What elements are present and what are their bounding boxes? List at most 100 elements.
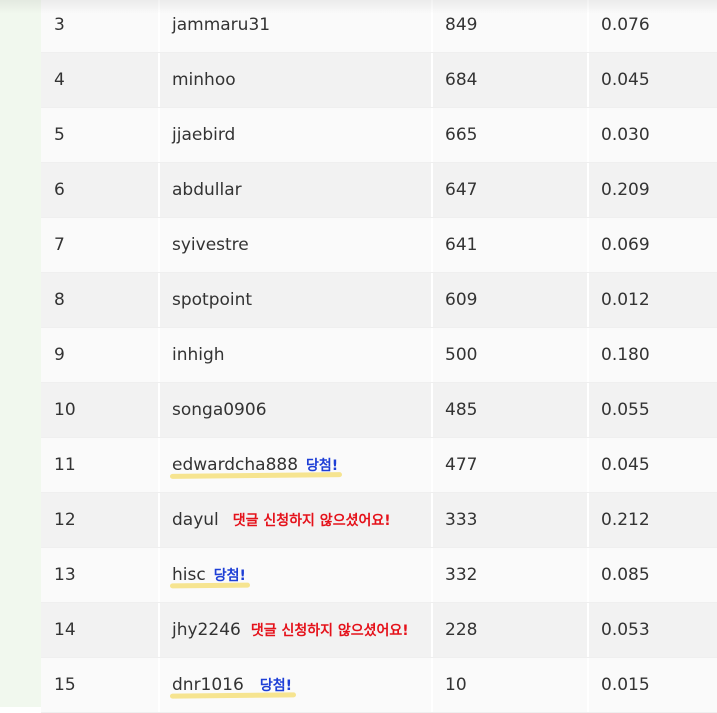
left-sidebar-strip	[0, 0, 41, 707]
count-cell: 849	[445, 15, 478, 35]
username: dnr1016	[172, 675, 244, 695]
column-divider	[158, 163, 160, 217]
username-cell: edwardcha888 당첨!	[169, 438, 343, 493]
username: syivestre	[172, 235, 249, 255]
column-divider	[587, 108, 589, 162]
username: jjaebird	[172, 125, 236, 145]
column-divider	[587, 438, 589, 492]
column-divider	[158, 383, 160, 437]
table-row: 15 dnr1016 당첨! 10 0.015	[41, 658, 717, 713]
table-row: 5 jjaebird 665 0.030	[41, 108, 717, 163]
count-cell: 228	[445, 620, 478, 640]
username-cell: hisc 당첨!	[169, 548, 250, 603]
username-highlighted: dnr1016 당첨!	[169, 658, 297, 713]
ratio-cell: 0.045	[601, 70, 650, 90]
column-divider	[158, 548, 160, 602]
column-divider	[431, 218, 433, 272]
count-cell: 500	[445, 345, 478, 365]
username: inhigh	[172, 345, 225, 365]
username-cell: dnr1016 당첨!	[169, 658, 297, 713]
winner-badge: 당첨!	[259, 678, 292, 694]
count-cell: 485	[445, 400, 478, 420]
username-cell: minhoo	[172, 53, 236, 107]
username-cell: jammaru31	[172, 0, 270, 52]
table-row: 9 inhigh 500 0.180	[41, 328, 717, 383]
column-divider	[431, 493, 433, 547]
column-divider	[158, 658, 160, 712]
ratio-cell: 0.030	[601, 125, 650, 145]
rank-cell: 10	[54, 400, 76, 420]
ratio-cell: 0.085	[601, 565, 650, 585]
column-divider	[587, 0, 589, 52]
ratio-cell: 0.055	[601, 400, 650, 420]
column-divider	[431, 548, 433, 602]
ratio-cell: 0.015	[601, 675, 650, 695]
column-divider	[158, 328, 160, 382]
column-divider	[587, 328, 589, 382]
column-divider	[587, 53, 589, 107]
rank-cell: 13	[54, 565, 76, 585]
rank-cell: 8	[54, 290, 65, 310]
rank-cell: 3	[54, 15, 65, 35]
ratio-cell: 0.012	[601, 290, 650, 310]
column-divider	[431, 163, 433, 217]
ratio-cell: 0.053	[601, 620, 650, 640]
ratio-cell: 0.180	[601, 345, 650, 365]
table-row: 3 jammaru31 849 0.076	[41, 0, 717, 53]
username-highlighted: hisc 당첨!	[169, 548, 250, 603]
column-divider	[587, 658, 589, 712]
username: minhoo	[172, 70, 236, 90]
ratio-cell: 0.212	[601, 510, 650, 530]
table-row: 10 songa0906 485 0.055	[41, 383, 717, 438]
rank-cell: 14	[54, 620, 76, 640]
rank-cell: 7	[54, 235, 65, 255]
table-row: 11 edwardcha888 당첨! 477 0.045	[41, 438, 717, 493]
table-row: 8 spotpoint 609 0.012	[41, 273, 717, 328]
column-divider	[158, 53, 160, 107]
rank-cell: 11	[54, 455, 76, 475]
winner-badge: 당첨!	[306, 458, 339, 474]
username-cell: spotpoint	[172, 273, 252, 327]
username: jhy2246	[172, 620, 241, 640]
column-divider	[587, 218, 589, 272]
username: dayul	[172, 510, 219, 530]
table-row: 12 dayul 댓글 신청하지 않으셨어요! 333 0.212	[41, 493, 717, 548]
table-row: 14 jhy2246 댓글 신청하지 않으셨어요! 228 0.053	[41, 603, 717, 658]
column-divider	[587, 383, 589, 437]
count-cell: 647	[445, 180, 478, 200]
username: edwardcha888	[172, 455, 299, 475]
column-divider	[431, 328, 433, 382]
count-cell: 684	[445, 70, 478, 90]
rank-cell: 9	[54, 345, 65, 365]
winner-badge: 당첨!	[213, 568, 246, 584]
count-cell: 332	[445, 565, 478, 585]
column-divider	[158, 218, 160, 272]
ratio-cell: 0.045	[601, 455, 650, 475]
username: spotpoint	[172, 290, 253, 310]
ratio-cell: 0.076	[601, 15, 650, 35]
username-cell: abdullar	[172, 163, 242, 217]
column-divider	[158, 603, 160, 657]
column-divider	[158, 0, 160, 52]
table-row: 13 hisc 당첨! 332 0.085	[41, 548, 717, 603]
username-cell: songa0906	[172, 383, 267, 437]
no-comment-notice: 댓글 신청하지 않으셨어요!	[250, 623, 409, 639]
username-cell: jjaebird	[172, 108, 235, 162]
rank-cell: 15	[54, 675, 76, 695]
username-highlighted: edwardcha888 당첨!	[169, 438, 343, 493]
username: jammaru31	[172, 15, 271, 35]
rank-cell: 5	[54, 125, 65, 145]
username: abdullar	[172, 180, 242, 200]
username-cell: syivestre	[172, 218, 249, 272]
count-cell: 665	[445, 125, 478, 145]
column-divider	[587, 548, 589, 602]
column-divider	[431, 53, 433, 107]
table-row: 7 syivestre 641 0.069	[41, 218, 717, 273]
username: songa0906	[172, 400, 267, 420]
rank-cell: 4	[54, 70, 65, 90]
ratio-cell: 0.069	[601, 235, 650, 255]
count-cell: 333	[445, 510, 478, 530]
column-divider	[431, 658, 433, 712]
column-divider	[587, 603, 589, 657]
ratio-cell: 0.209	[601, 180, 650, 200]
